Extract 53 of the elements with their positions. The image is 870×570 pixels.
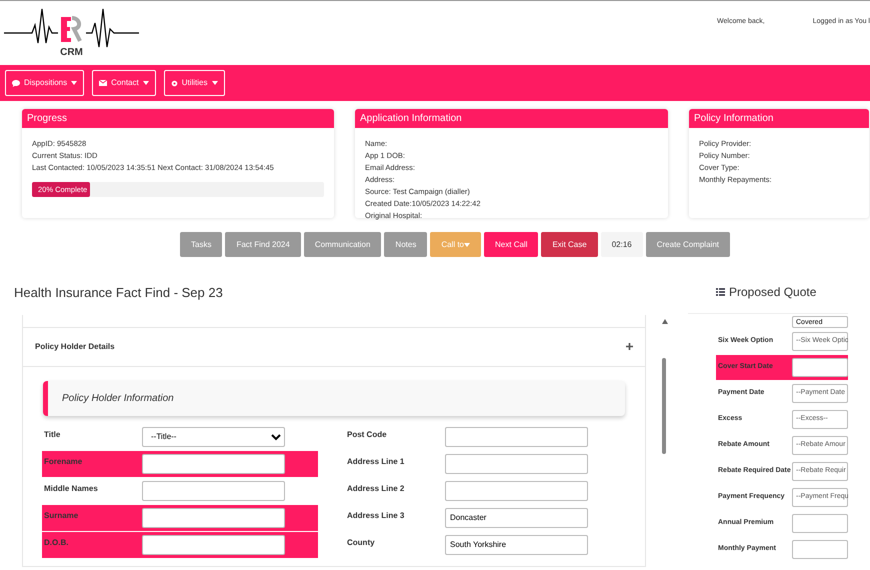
page-title: Health Insurance Fact Find - Sep 23 [14,284,224,302]
field-label: County [346,536,376,548]
field-label: Forename [43,456,84,468]
field-label: Middle Names [43,482,99,494]
action-button[interactable]: Notes [384,232,428,257]
subsection-title: Policy Holder Information [62,392,174,406]
logo-text: CRM [60,47,83,58]
action-button[interactable]: Exit Case [541,232,598,257]
menu-button[interactable]: Contact [92,70,156,96]
card-title: Policy Information [689,109,869,128]
envelope-icon [99,80,108,86]
card-title: Progress [22,109,334,128]
input-field[interactable] [142,508,285,528]
input-field[interactable] [445,454,588,474]
field-label: D.O.B. [43,536,70,548]
plus-icon[interactable] [626,343,633,350]
menu-button[interactable]: Utilities [164,70,224,96]
gear-icon [170,80,178,86]
input-field[interactable] [445,426,588,446]
action-button[interactable]: Communication [304,232,382,257]
action-button[interactable]: Next Call [484,232,538,257]
caret-icon [71,81,78,85]
action-button[interactable]: Create Complaint [646,232,730,257]
input-field[interactable] [142,454,285,474]
caret-icon [212,81,218,85]
panel-title: Proposed Quote [729,284,816,301]
field-label: Surname [43,510,80,522]
field-label: Post Code [346,428,388,440]
action-button[interactable]: Fact Find 2024 [225,232,301,257]
input-field[interactable] [142,480,285,500]
field-label: Address Line 1 [346,456,406,468]
select-field[interactable]: --Title-- [142,426,285,446]
scroll-up-icon[interactable] [662,318,668,324]
input-field[interactable]: Doncaster [445,508,588,528]
input-field[interactable] [445,480,588,500]
section-title: Policy Holder Details [35,340,115,352]
caret-icon [142,81,149,85]
speech-bubble-icon [12,80,20,86]
action-button[interactable]: Tasks [180,232,222,257]
list-icon [716,288,725,296]
input-field[interactable] [142,534,285,554]
caret-icon [464,242,470,246]
call-timer: 02:16 [600,232,643,257]
input-field[interactable] [792,358,848,377]
input-field[interactable] [792,514,848,533]
input-field[interactable] [792,540,848,559]
field-label: Address Line 2 [346,482,406,494]
card-title: Application Information [355,109,668,128]
menu-button[interactable]: Dispositions [5,70,84,96]
field-label: Address Line 3 [346,510,406,522]
field-label: Title [43,428,62,440]
scrollbar-thumb[interactable] [662,358,666,454]
input-field[interactable]: South Yorkshire [445,534,588,554]
